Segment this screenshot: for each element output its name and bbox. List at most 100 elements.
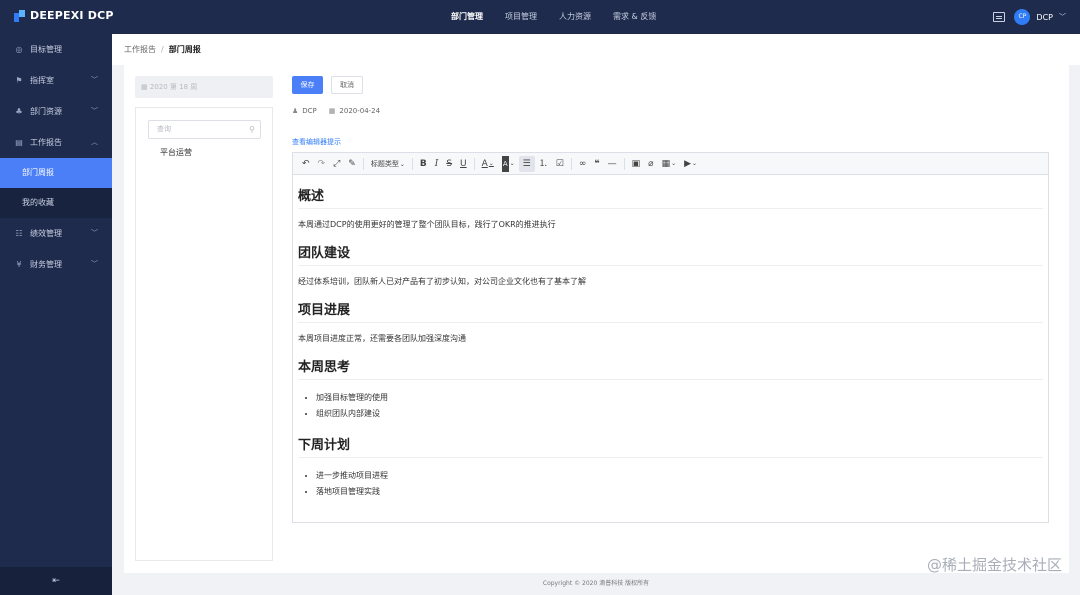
section-heading: 项目进展 bbox=[298, 299, 1043, 323]
user-area: CP DCP ﹀ bbox=[993, 0, 1066, 34]
sidebar-item-label: 部门资源 bbox=[30, 107, 62, 116]
italic-icon[interactable]: I bbox=[431, 156, 443, 172]
team-tree-panel: 查询 ⚲ 平台运营 bbox=[135, 107, 273, 561]
bold-icon[interactable]: B bbox=[416, 156, 431, 172]
document-icon: ▤ bbox=[15, 138, 23, 147]
undo-icon[interactable]: ↶ bbox=[298, 156, 314, 172]
tree-search-input[interactable]: 查询 ⚲ bbox=[148, 120, 261, 139]
breadcrumb-parent[interactable]: 工作报告 bbox=[124, 45, 156, 54]
calendar-icon: ▦ bbox=[141, 83, 148, 91]
breadcrumb-separator: / bbox=[161, 45, 164, 54]
sidebar-subitem-weekly-report[interactable]: 部门周报 bbox=[0, 158, 112, 188]
bullet-list: 进一步推动项目进程 落地项目管理实践 bbox=[316, 468, 1043, 500]
bullet-list-icon[interactable]: ☰ bbox=[518, 155, 535, 172]
collapse-menu-icon[interactable]: ⇤ bbox=[0, 567, 112, 595]
ordered-list-icon[interactable]: ⒈ bbox=[535, 156, 552, 172]
toolbar-divider bbox=[362, 157, 364, 170]
target-icon: ◎ bbox=[15, 45, 23, 54]
chevron-down-icon: ﹀ bbox=[91, 229, 98, 237]
background-color-icon[interactable]: A ⌄ bbox=[498, 155, 519, 172]
list-item: 进一步推动项目进程 bbox=[316, 468, 1043, 484]
section-paragraph: 经过体系培训，团队新人已对产品有了初步认知，对公司企业文化也有了基本了解 bbox=[298, 277, 586, 286]
link-icon[interactable]: ∞ bbox=[575, 156, 591, 172]
report-date: 2020-04-24 bbox=[339, 107, 381, 115]
top-navigation-bar: DEEPEXI DCP 部门管理 项目管理 人力资源 需求 & 反馈 CP DC… bbox=[0, 0, 1080, 34]
user-icon: ♟ bbox=[292, 107, 299, 115]
tree-node[interactable]: 平台运营 bbox=[160, 147, 192, 158]
report-meta: ♟ DCP ▦ 2020-04-24 bbox=[292, 107, 380, 115]
topnav-item-project[interactable]: 项目管理 bbox=[494, 0, 548, 34]
sidebar-item-goals[interactable]: ◎ 目标管理 bbox=[0, 34, 112, 65]
topnav-item-department[interactable]: 部门管理 bbox=[440, 0, 494, 34]
sidebar-item-command-room[interactable]: ⚑ 指挥室 ﹀ bbox=[0, 65, 112, 96]
rich-text-editor: ↶ ↷ ⤢ ✎ 标题类型⌄ B I S U A ⌄ A ⌄ ☰ ⒈ ☑ ∞ ❝ — … bbox=[292, 152, 1049, 523]
clear-format-icon[interactable]: ✎ bbox=[344, 156, 360, 172]
attachment-icon[interactable]: ⌀ bbox=[644, 156, 657, 172]
checklist-icon[interactable]: ☑ bbox=[552, 156, 568, 172]
message-icon[interactable] bbox=[993, 12, 1006, 22]
sidebar-item-label: 工作报告 bbox=[30, 138, 62, 147]
cancel-button[interactable]: 取消 bbox=[331, 76, 363, 94]
breadcrumb: 工作报告 / 部门周报 bbox=[112, 34, 1080, 65]
avatar[interactable]: CP bbox=[1014, 9, 1031, 25]
table-icon[interactable]: ▦ ⌄ bbox=[658, 156, 681, 172]
org-icon: ♣ bbox=[15, 107, 23, 116]
sidebar-item-finance[interactable]: ¥ 财务管理 ﹀ bbox=[0, 249, 112, 280]
sidebar: ◎ 目标管理 ⚑ 指挥室 ﹀ ♣ 部门资源 ﹀ ▤ 工作报告 ︿ 部门周报 我的… bbox=[0, 34, 112, 595]
chevron-down-icon: ﹀ bbox=[91, 260, 98, 268]
editor-hint-link[interactable]: 查看编辑器提示 bbox=[292, 137, 341, 147]
video-icon[interactable]: ▶ ⌄ bbox=[680, 156, 701, 172]
sidebar-item-label: 指挥室 bbox=[30, 76, 54, 85]
section-heading: 概述 bbox=[298, 185, 1043, 209]
chevron-down-icon[interactable]: ﹀ bbox=[1059, 12, 1066, 22]
list-item: 加强目标管理的使用 bbox=[316, 390, 1043, 406]
toolbar-divider bbox=[411, 157, 413, 170]
underline-icon[interactable]: U bbox=[456, 156, 471, 172]
logo-text: DEEPEXI DCP bbox=[30, 9, 114, 22]
toolbar-divider bbox=[473, 157, 475, 170]
strikethrough-icon[interactable]: S bbox=[442, 156, 456, 172]
week-picker-value: 2020 第 18 周 bbox=[149, 83, 198, 91]
quote-icon[interactable]: ❝ bbox=[590, 156, 603, 172]
logo-icon bbox=[14, 9, 25, 22]
list-item: 落地项目管理实践 bbox=[316, 484, 1043, 500]
editor-toolbar: ↶ ↷ ⤢ ✎ 标题类型⌄ B I S U A ⌄ A ⌄ ☰ ⒈ ☑ ∞ ❝ — … bbox=[293, 153, 1048, 175]
search-icon: ⚲ bbox=[249, 125, 255, 134]
user-name[interactable]: DCP bbox=[1036, 13, 1053, 22]
flag-icon: ⚑ bbox=[15, 76, 23, 85]
horizontal-rule-icon[interactable]: — bbox=[604, 156, 621, 172]
list-item: 组织团队内部建设 bbox=[316, 406, 1043, 422]
app-logo[interactable]: DEEPEXI DCP bbox=[14, 9, 114, 22]
topnav-item-feedback[interactable]: 需求 & 反馈 bbox=[602, 0, 667, 34]
font-color-icon[interactable]: A ⌄ bbox=[478, 156, 498, 172]
sidebar-item-label: 目标管理 bbox=[30, 45, 62, 54]
heading-type-select[interactable]: 标题类型⌄ bbox=[367, 159, 409, 169]
calendar-icon: ▦ bbox=[328, 107, 336, 115]
editor-content[interactable]: 概述 本周通过DCP的使用更好的管理了整个团队目标，践行了OKR的推进执行 团队… bbox=[293, 175, 1048, 518]
top-nav: 部门管理 项目管理 人力资源 需求 & 反馈 bbox=[440, 0, 667, 34]
fullscreen-icon[interactable]: ⤢ bbox=[329, 156, 344, 172]
chevron-down-icon: ﹀ bbox=[91, 107, 98, 115]
week-picker[interactable]: ▦ 2020 第 18 周 bbox=[135, 76, 273, 98]
section-paragraph: 本周项目进度正常，还需要各团队加强深度沟通 bbox=[298, 334, 466, 343]
breadcrumb-current: 部门周报 bbox=[168, 45, 201, 54]
redo-icon[interactable]: ↷ bbox=[314, 156, 330, 172]
chevron-down-icon: ﹀ bbox=[91, 76, 98, 84]
sidebar-item-performance[interactable]: ☷ 绩效管理 ﹀ bbox=[0, 218, 112, 249]
section-paragraph: 本周通过DCP的使用更好的管理了整个团队目标，践行了OKR的推进执行 bbox=[298, 220, 556, 229]
save-button[interactable]: 保存 bbox=[292, 76, 323, 94]
toolbar-divider bbox=[570, 157, 572, 170]
footer-copyright: Copyright © 2020 滴普科技 版权所有 bbox=[542, 580, 650, 587]
main-content: ▦ 2020 第 18 周 查询 ⚲ 平台运营 保存 取消 ♟ DCP ▦ 20… bbox=[124, 65, 1069, 573]
chevron-up-icon: ︿ bbox=[91, 138, 98, 146]
heading-type-label: 标题类型 bbox=[370, 159, 399, 168]
watermark: @稀土掘金技术社区 bbox=[926, 556, 1062, 574]
sidebar-item-work-report[interactable]: ▤ 工作报告 ︿ bbox=[0, 127, 112, 158]
sidebar-item-dept-resources[interactable]: ♣ 部门资源 ﹀ bbox=[0, 96, 112, 127]
topnav-item-hr[interactable]: 人力资源 bbox=[548, 0, 602, 34]
sidebar-subitem-favorites[interactable]: 我的收藏 bbox=[0, 188, 112, 218]
image-icon[interactable]: ▣ bbox=[628, 156, 645, 172]
sidebar-item-label: 财务管理 bbox=[30, 260, 62, 269]
toolbar-divider bbox=[623, 157, 625, 170]
report-author: DCP bbox=[302, 107, 317, 115]
